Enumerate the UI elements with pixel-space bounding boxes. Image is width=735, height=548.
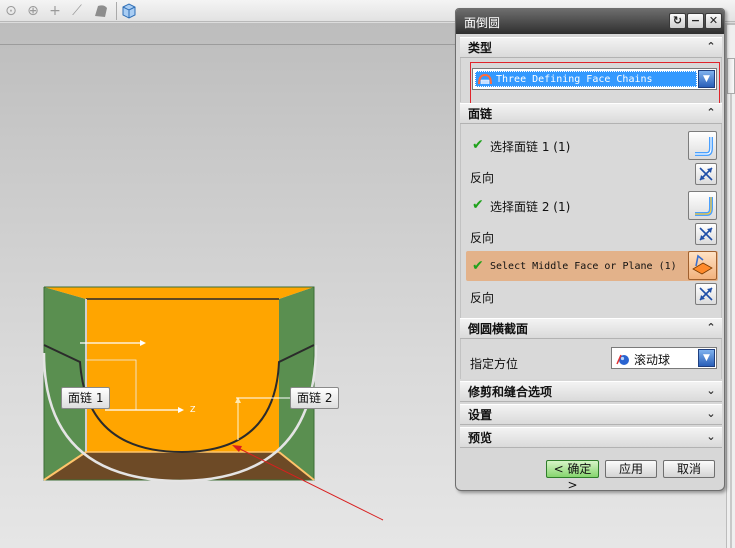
reverse-2-label: 反向 [470, 231, 495, 245]
apply-button[interactable]: 应用 [605, 460, 657, 478]
reverse-3-row: 反向 [466, 283, 718, 309]
collapse-up-icon: ⌃ [706, 40, 716, 53]
orientation-label: 指定方位 [470, 357, 519, 371]
face-blend-dialog: 面倒圆 ↻ − ✕ 类型 ⌃ Three Defining Face Chain… [455, 8, 725, 491]
collapse-up-icon: ⌃ [706, 106, 716, 119]
select-face-button[interactable] [688, 191, 717, 220]
minimize-button[interactable]: − [687, 13, 704, 29]
cancel-button[interactable]: 取消 [663, 460, 715, 478]
settings-section-title: 设置 [468, 408, 493, 422]
right-scroll-strip[interactable] [726, 25, 735, 548]
expand-down-icon: ⌄ [706, 430, 716, 443]
close-button[interactable]: ✕ [705, 13, 722, 29]
select-chain-2-label: 选择面链 2 (1) [490, 200, 571, 214]
select-middle-face-button[interactable] [688, 251, 717, 280]
right-side-face [279, 287, 314, 480]
reverse-direction-icon [699, 167, 713, 181]
type-section-title: 类型 [468, 41, 493, 55]
expand-down-icon: ⌄ [706, 384, 716, 397]
right-resource-tab[interactable] [727, 58, 735, 94]
trim-section-header[interactable]: 修剪和缝合选项 ⌄ [460, 381, 722, 402]
z-axis-label: Z [190, 405, 196, 414]
dialog-titlebar[interactable]: 面倒圆 ↻ − ✕ [456, 9, 724, 34]
middle-face-select-icon [692, 254, 713, 275]
select-chain-2-row[interactable]: ✔ 选择面链 2 (1) [466, 192, 718, 218]
expand-down-icon: ⌄ [706, 407, 716, 420]
ok-button[interactable]: < 确定 > [546, 460, 599, 490]
face-chain-section-title: 面链 [468, 107, 493, 121]
orientation-value: 滚动球 [634, 353, 671, 367]
reverse-direction-button[interactable] [695, 163, 717, 185]
check-icon: ✔ [472, 258, 484, 274]
reverse-direction-button[interactable] [695, 283, 717, 305]
top-face [44, 287, 314, 299]
select-middle-face-label: Select Middle Face or Plane (1) [490, 261, 677, 272]
select-chain-1-label: 选择面链 1 (1) [490, 140, 571, 154]
cross-section-title: 倒圆横截面 [468, 322, 529, 336]
face-select-icon [695, 197, 713, 216]
collapse-up-icon: ⌃ [706, 321, 716, 334]
reverse-direction-button[interactable] [695, 223, 717, 245]
select-face-button[interactable] [688, 131, 717, 160]
reverse-direction-icon [699, 287, 713, 301]
face-chain-2-callout: 面链 2 [290, 387, 340, 409]
rolling-ball-icon [616, 354, 629, 365]
cross-section-header[interactable]: 倒圆横截面 ⌃ [460, 318, 722, 339]
preview-section-title: 预览 [468, 431, 493, 445]
reverse-direction-icon [699, 227, 713, 241]
reverse-3-label: 反向 [470, 291, 495, 305]
select-middle-face-row[interactable]: ✔ Select Middle Face or Plane (1) [466, 251, 718, 281]
orientation-select[interactable]: 滚动球 ▼ [611, 347, 717, 369]
type-selected-value: Three Defining Face Chains [475, 71, 697, 87]
check-icon: ✔ [472, 197, 484, 213]
trim-section-title: 修剪和缝合选项 [468, 385, 553, 399]
face-blend-type-icon [478, 73, 492, 85]
dialog-title: 面倒圆 [464, 16, 501, 30]
reverse-2-row: 反向 [466, 223, 718, 249]
chevron-down-icon[interactable]: ▼ [698, 70, 715, 88]
face-select-icon [695, 137, 713, 156]
reverse-1-label: 反向 [470, 171, 495, 185]
check-icon: ✔ [472, 137, 484, 153]
settings-section-header[interactable]: 设置 ⌄ [460, 404, 722, 425]
face-chain-section-header[interactable]: 面链 ⌃ [460, 103, 722, 124]
reverse-1-row: 反向 [466, 163, 718, 189]
3d-model[interactable]: Z [0, 0, 455, 548]
middle-face [86, 299, 279, 450]
type-select[interactable]: Three Defining Face Chains ▼ [472, 68, 717, 90]
select-chain-1-row[interactable]: ✔ 选择面链 1 (1) [466, 132, 718, 158]
chevron-down-icon[interactable]: ▼ [698, 349, 715, 367]
type-section-header[interactable]: 类型 ⌃ [460, 37, 722, 58]
face-chain-1-callout: 面链 1 [61, 387, 111, 409]
preview-section-header[interactable]: 预览 ⌄ [460, 427, 722, 448]
reset-button[interactable]: ↻ [669, 13, 686, 29]
